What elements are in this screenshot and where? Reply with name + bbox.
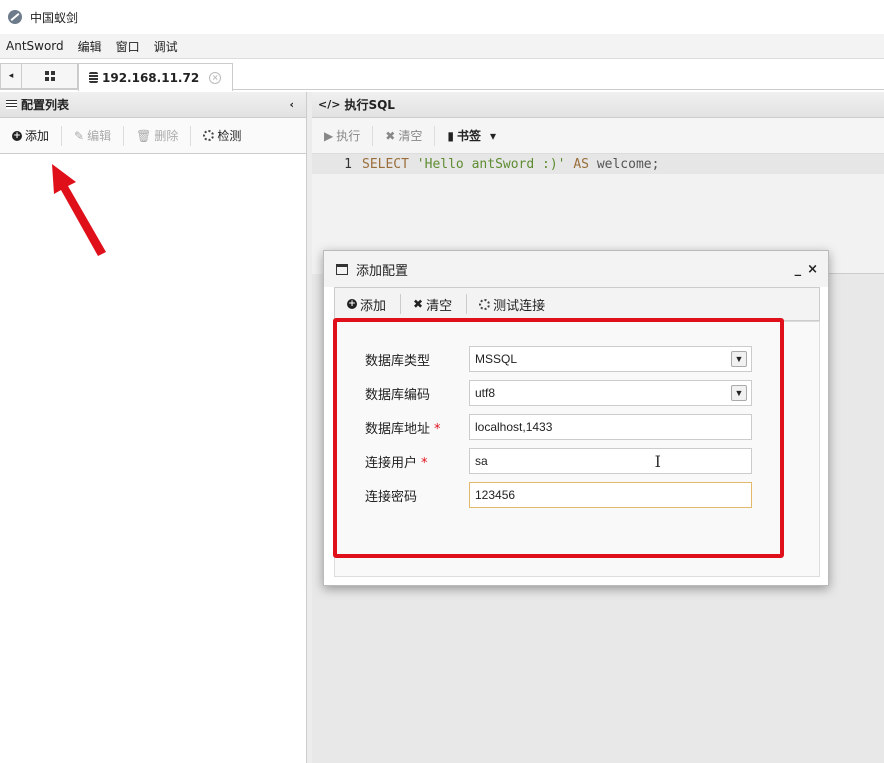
form-row-db-encoding: 数据库编码 utf8 ▼ <box>365 380 752 406</box>
plus-circle-icon: + <box>12 130 22 141</box>
plus-circle-icon: + <box>347 299 357 309</box>
close-icon: ✖ <box>385 128 396 143</box>
config-list-panel: 配置列表 ‹ + 添加 ✎ 编辑 🗑 删除 检测 <box>0 92 307 763</box>
db-user-label-text: 连接用户 <box>365 455 418 471</box>
close-icon: ✖ <box>413 297 424 311</box>
close-button[interactable]: × <box>807 262 818 277</box>
dialog-add-label: 添加 <box>360 298 387 314</box>
form-row-db-address: 数据库地址 * localhost,1433 <box>365 414 752 440</box>
sql-toolbar: ▶ 执行 ✖ 清空 ▮ 书签 ▾ <box>312 118 884 154</box>
tab-bar: ◂ 192.168.11.72 × <box>0 58 884 91</box>
delete-button-label: 删除 <box>154 129 179 143</box>
dialog-add-button[interactable]: + 添加 <box>347 294 402 314</box>
db-address-input[interactable]: localhost,1433 <box>469 414 752 440</box>
detect-button-label: 检测 <box>217 129 242 143</box>
db-type-select[interactable]: MSSQL ▼ <box>469 346 752 372</box>
dialog-clear-button[interactable]: ✖ 清空 <box>413 294 468 314</box>
db-password-input[interactable]: 123456 <box>469 482 752 508</box>
tab-host-label: 192.168.11.72 <box>102 70 200 85</box>
dialog-form: 数据库类型 MSSQL ▼ 数据库编码 utf8 ▼ 数据库地址 * localh… <box>334 321 820 577</box>
collapse-panel-button[interactable]: ‹ <box>289 98 294 111</box>
menu-bar: AntSword 编辑 窗口 调试 <box>0 34 884 58</box>
clear-button-label: 清空 <box>398 129 423 143</box>
menu-antsword[interactable]: AntSword <box>6 39 64 53</box>
db-user-label: 连接用户 * <box>365 452 469 471</box>
window-title: 中国蚁剑 <box>30 10 79 25</box>
play-icon: ▶ <box>324 128 334 143</box>
caret-down-icon: ▾ <box>489 128 496 143</box>
chevron-down-icon: ▼ <box>731 351 747 367</box>
dialog-header: 添加配置 _ × <box>324 251 828 287</box>
dialog-title: 添加配置 <box>356 263 409 279</box>
edit-button[interactable]: ✎ 编辑 <box>74 125 125 146</box>
db-encoding-value: utf8 <box>475 386 496 400</box>
antsword-logo-icon <box>8 10 22 24</box>
minimize-button[interactable]: _ <box>795 262 802 277</box>
spinner-icon <box>479 298 491 310</box>
test-connection-button[interactable]: 测试连接 <box>479 294 559 314</box>
db-address-value: localhost,1433 <box>475 420 553 434</box>
db-password-value: 123456 <box>475 488 516 502</box>
form-row-db-user: 连接用户 * sa I <box>365 448 752 474</box>
list-icon <box>6 100 17 109</box>
code-string: 'Hello antSword :)' <box>416 156 566 172</box>
db-encoding-label: 数据库编码 <box>365 387 431 403</box>
db-type-label: 数据库类型 <box>365 353 431 369</box>
title-bar: 中国蚁剑 <box>0 0 884 34</box>
db-encoding-select[interactable]: utf8 ▼ <box>469 380 752 406</box>
sql-panel-title: 执行SQL <box>344 98 395 112</box>
menu-debug[interactable]: 调试 <box>154 38 178 55</box>
db-address-label-text: 数据库地址 <box>365 421 431 437</box>
form-row-db-password: 连接密码 123456 <box>365 482 752 508</box>
code-icon: </> <box>318 98 341 111</box>
config-list-header: 配置列表 ‹ <box>0 92 306 118</box>
grid-icon <box>44 71 55 81</box>
chevron-down-icon: ▼ <box>731 385 747 401</box>
tab-host[interactable]: 192.168.11.72 × <box>78 63 233 91</box>
execute-button[interactable]: ▶ 执行 <box>324 125 374 146</box>
dialog-clear-label: 清空 <box>426 298 453 314</box>
tab-close-icon[interactable]: × <box>209 71 222 84</box>
db-user-value: sa <box>475 454 488 468</box>
db-type-value: MSSQL <box>475 352 518 366</box>
db-user-input[interactable]: sa I <box>469 448 752 474</box>
edit-button-label: 编辑 <box>87 129 112 143</box>
required-marker: * <box>421 455 428 471</box>
test-connection-label: 测试连接 <box>493 298 546 314</box>
bookmark-button[interactable]: ▮ 书签 ▾ <box>447 126 508 146</box>
delete-button[interactable]: 🗑 删除 <box>136 125 192 146</box>
db-password-label: 连接密码 <box>365 489 418 505</box>
db-address-label: 数据库地址 * <box>365 418 469 437</box>
tab-home[interactable] <box>22 63 78 89</box>
bookmark-icon: ▮ <box>447 128 454 143</box>
menu-window[interactable]: 窗口 <box>116 38 140 55</box>
form-row-db-type: 数据库类型 MSSQL ▼ <box>365 346 752 372</box>
trash-icon: 🗑 <box>136 128 152 143</box>
config-list-title: 配置列表 <box>21 98 70 112</box>
clear-button[interactable]: ✖ 清空 <box>385 125 436 146</box>
text-cursor-icon: I <box>654 451 661 471</box>
add-button[interactable]: + 添加 <box>12 125 63 146</box>
editor-line: 1 SELECT 'Hello antSword :)' AS welcome; <box>312 154 884 174</box>
window-icon <box>336 263 348 275</box>
line-number: 1 <box>344 156 352 172</box>
spinner-icon <box>203 130 215 141</box>
dialog-toolbar: + 添加 ✖ 清空 测试连接 <box>334 287 820 321</box>
add-button-label: 添加 <box>25 129 50 143</box>
bookmark-button-label: 书签 <box>456 129 481 143</box>
code-text: welcome; <box>596 156 660 172</box>
sql-panel-header: </> 执行SQL <box>312 92 884 118</box>
tab-scroll-left-button[interactable]: ◂ <box>0 63 22 89</box>
required-marker: * <box>434 421 441 437</box>
menu-edit[interactable]: 编辑 <box>78 38 102 55</box>
code-keyword: SELECT <box>362 156 409 172</box>
add-config-dialog: 添加配置 _ × + 添加 ✖ 清空 测试连接 数据库类型 MSSQL ▼ 数据… <box>323 250 829 586</box>
edit-icon: ✎ <box>74 128 85 143</box>
execute-button-label: 执行 <box>336 129 361 143</box>
config-list-toolbar: + 添加 ✎ 编辑 🗑 删除 检测 <box>0 118 306 154</box>
detect-button[interactable]: 检测 <box>203 126 253 146</box>
database-icon <box>89 72 98 83</box>
code-keyword: AS <box>573 156 589 172</box>
